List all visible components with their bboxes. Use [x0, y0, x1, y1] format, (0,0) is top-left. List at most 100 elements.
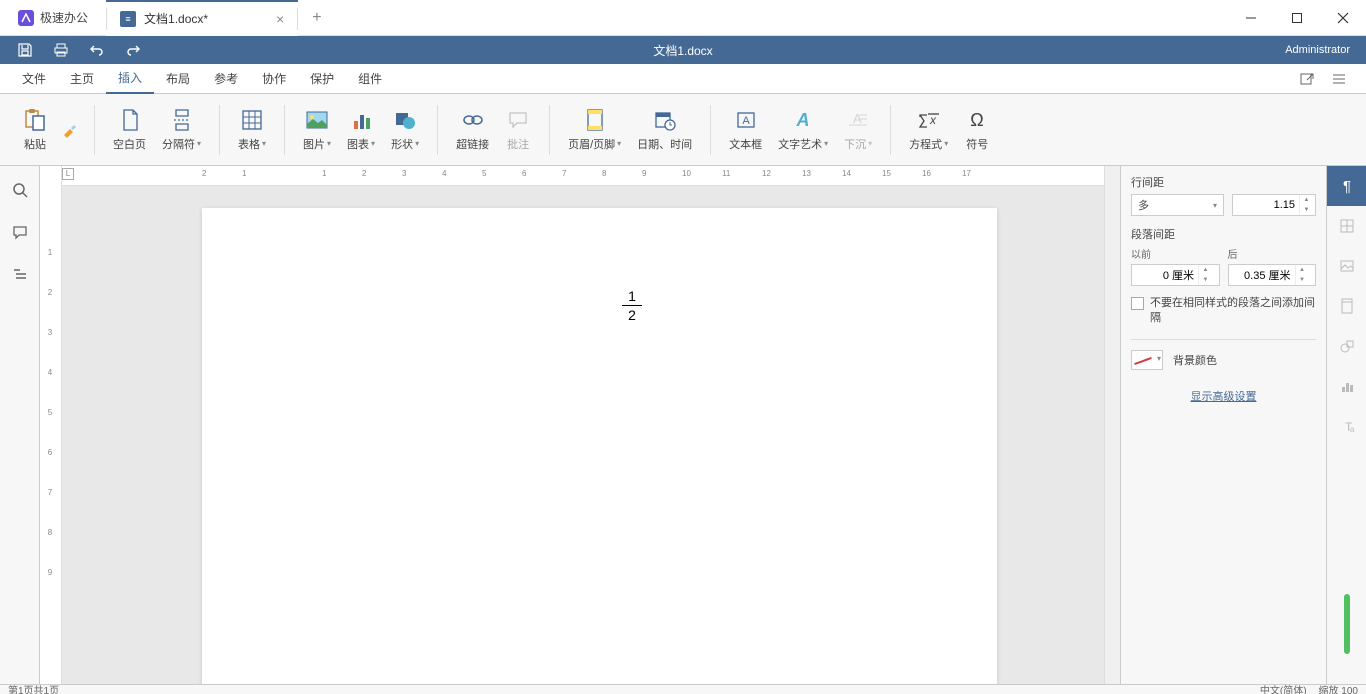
text-box-icon: A	[734, 108, 758, 132]
show-advanced-link[interactable]: 显示高级设置	[1131, 388, 1316, 404]
menu-insert[interactable]: 插入	[106, 64, 154, 94]
app-name: 极速办公	[40, 9, 88, 26]
text-art-icon: A	[791, 108, 815, 132]
document-tab[interactable]: ≡ 文档1.docx* ×	[106, 0, 298, 36]
line-spacing-value-input[interactable]: ▲▼	[1232, 194, 1316, 216]
shape-button[interactable]: 形状▾	[383, 104, 427, 156]
table-settings-icon[interactable]	[1327, 206, 1366, 246]
text-art-settings-icon[interactable]: Ta	[1327, 406, 1366, 446]
menu-collaborate[interactable]: 协作	[250, 64, 298, 94]
comment-icon	[506, 108, 530, 132]
paste-button[interactable]: 粘贴	[14, 104, 56, 156]
chart-label: 图表	[347, 136, 369, 152]
close-tab-button[interactable]: ×	[276, 11, 284, 27]
zoom-status[interactable]: 缩放 100	[1319, 684, 1358, 694]
header-footer-settings-icon[interactable]	[1327, 286, 1366, 326]
search-icon[interactable]	[10, 180, 30, 200]
equation-label: 方程式	[909, 136, 942, 152]
redo-icon[interactable]	[124, 41, 142, 59]
image-button[interactable]: 图片▾	[295, 104, 339, 156]
chart-settings-icon[interactable]	[1327, 366, 1366, 406]
svg-text:A: A	[742, 115, 750, 127]
language-status[interactable]: 中文(简体)	[1260, 684, 1307, 694]
line-spacing-type-select[interactable]: 多▾	[1131, 194, 1224, 216]
hyperlink-button[interactable]: 超链接	[448, 104, 497, 156]
menu-references[interactable]: 参考	[202, 64, 250, 94]
header-footer-label: 页眉/页脚	[568, 136, 615, 152]
table-label: 表格	[238, 136, 260, 152]
no-space-label: 不要在相同样式的段落之间添加间隔	[1150, 296, 1316, 327]
ribbon: 粘贴 空白页 分隔符▾ 表格▾ 图片▾ 图表▾ 形状▾	[0, 94, 1366, 166]
chart-button[interactable]: 图表▾	[339, 104, 383, 156]
left-toolbar	[0, 166, 40, 684]
shape-settings-icon[interactable]	[1327, 326, 1366, 366]
symbol-icon: Ω	[965, 108, 989, 132]
new-tab-button[interactable]: +	[298, 9, 335, 27]
table-icon	[240, 108, 264, 132]
no-space-checkbox[interactable]	[1131, 297, 1144, 310]
headings-icon[interactable]	[10, 264, 30, 284]
spacing-before-input[interactable]: ▲▼	[1131, 264, 1220, 286]
date-time-button[interactable]: 日期、时间	[629, 104, 700, 156]
comments-icon[interactable]	[10, 222, 30, 242]
save-icon[interactable]	[16, 41, 34, 59]
shape-icon	[393, 108, 417, 132]
format-painter-button[interactable]	[56, 116, 84, 144]
drop-cap-label: 下沉	[844, 136, 866, 152]
main-area: 123456789 L 211234567891011121314151617 …	[0, 166, 1366, 684]
undo-icon[interactable]	[88, 41, 106, 59]
paragraph-settings-icon[interactable]: ¶	[1327, 166, 1366, 206]
document-icon: ≡	[120, 11, 136, 27]
hyperlink-label: 超链接	[456, 136, 489, 152]
svg-text:x: x	[929, 113, 937, 127]
maximize-button[interactable]	[1274, 0, 1320, 36]
before-label: 以前	[1131, 246, 1220, 261]
close-window-button[interactable]	[1320, 0, 1366, 36]
print-icon[interactable]	[52, 41, 70, 59]
image-icon	[305, 108, 329, 132]
symbol-button[interactable]: Ω 符号	[956, 104, 998, 156]
spacing-after-input[interactable]: ▲▼	[1228, 264, 1317, 286]
svg-text:¶: ¶	[1342, 178, 1350, 195]
separator-icon	[170, 108, 194, 132]
document-area: L 211234567891011121314151617 1 2	[62, 166, 1104, 684]
menu-home[interactable]: 主页	[58, 64, 106, 94]
statusbar: 第1页共1页 中文(简体) 缩放 100	[0, 684, 1366, 694]
image-label: 图片	[303, 136, 325, 152]
app-icon	[18, 10, 34, 26]
minimize-button[interactable]	[1228, 0, 1274, 36]
menu-protect[interactable]: 保护	[298, 64, 346, 94]
text-box-button[interactable]: A 文本框	[721, 104, 770, 156]
bg-color-picker[interactable]	[1131, 350, 1163, 370]
header-title: 文档1.docx	[653, 42, 712, 59]
separator-button[interactable]: 分隔符▾	[154, 104, 209, 156]
fraction-numerator: 1	[622, 288, 642, 304]
vertical-scrollbar[interactable]	[1104, 166, 1120, 684]
open-location-icon[interactable]	[1298, 70, 1316, 88]
after-label: 后	[1228, 246, 1317, 261]
menu-components[interactable]: 组件	[346, 64, 394, 94]
equation-fraction[interactable]: 1 2	[622, 288, 642, 323]
vertical-ruler: 123456789	[40, 166, 62, 684]
menu-layout[interactable]: 布局	[154, 64, 202, 94]
header-footer-button[interactable]: 页眉/页脚▾	[560, 104, 629, 156]
blank-page-label: 空白页	[113, 136, 146, 152]
image-settings-icon[interactable]	[1327, 246, 1366, 286]
menu-file[interactable]: 文件	[10, 64, 58, 94]
text-art-button[interactable]: A 文字艺术▾	[770, 104, 836, 156]
separator-label: 分隔符	[162, 136, 195, 152]
document-name: 文档1.docx*	[144, 10, 208, 27]
svg-text:A: A	[796, 110, 810, 130]
equation-button[interactable]: x 方程式▾	[901, 104, 956, 156]
blank-page-button[interactable]: 空白页	[105, 104, 154, 156]
para-spacing-label: 段落间距	[1131, 226, 1316, 242]
table-button[interactable]: 表格▾	[230, 104, 274, 156]
drop-cap-button: A 下沉▾	[836, 104, 880, 156]
paste-icon	[23, 108, 47, 132]
page-info[interactable]: 第1页共1页	[8, 684, 59, 694]
header-user[interactable]: Administrator	[1285, 44, 1366, 56]
line-spacing-label: 行间距	[1131, 174, 1316, 190]
document-page[interactable]: 1 2	[202, 208, 997, 684]
app-tab[interactable]: 极速办公	[0, 0, 106, 36]
view-options-icon[interactable]	[1330, 70, 1348, 88]
